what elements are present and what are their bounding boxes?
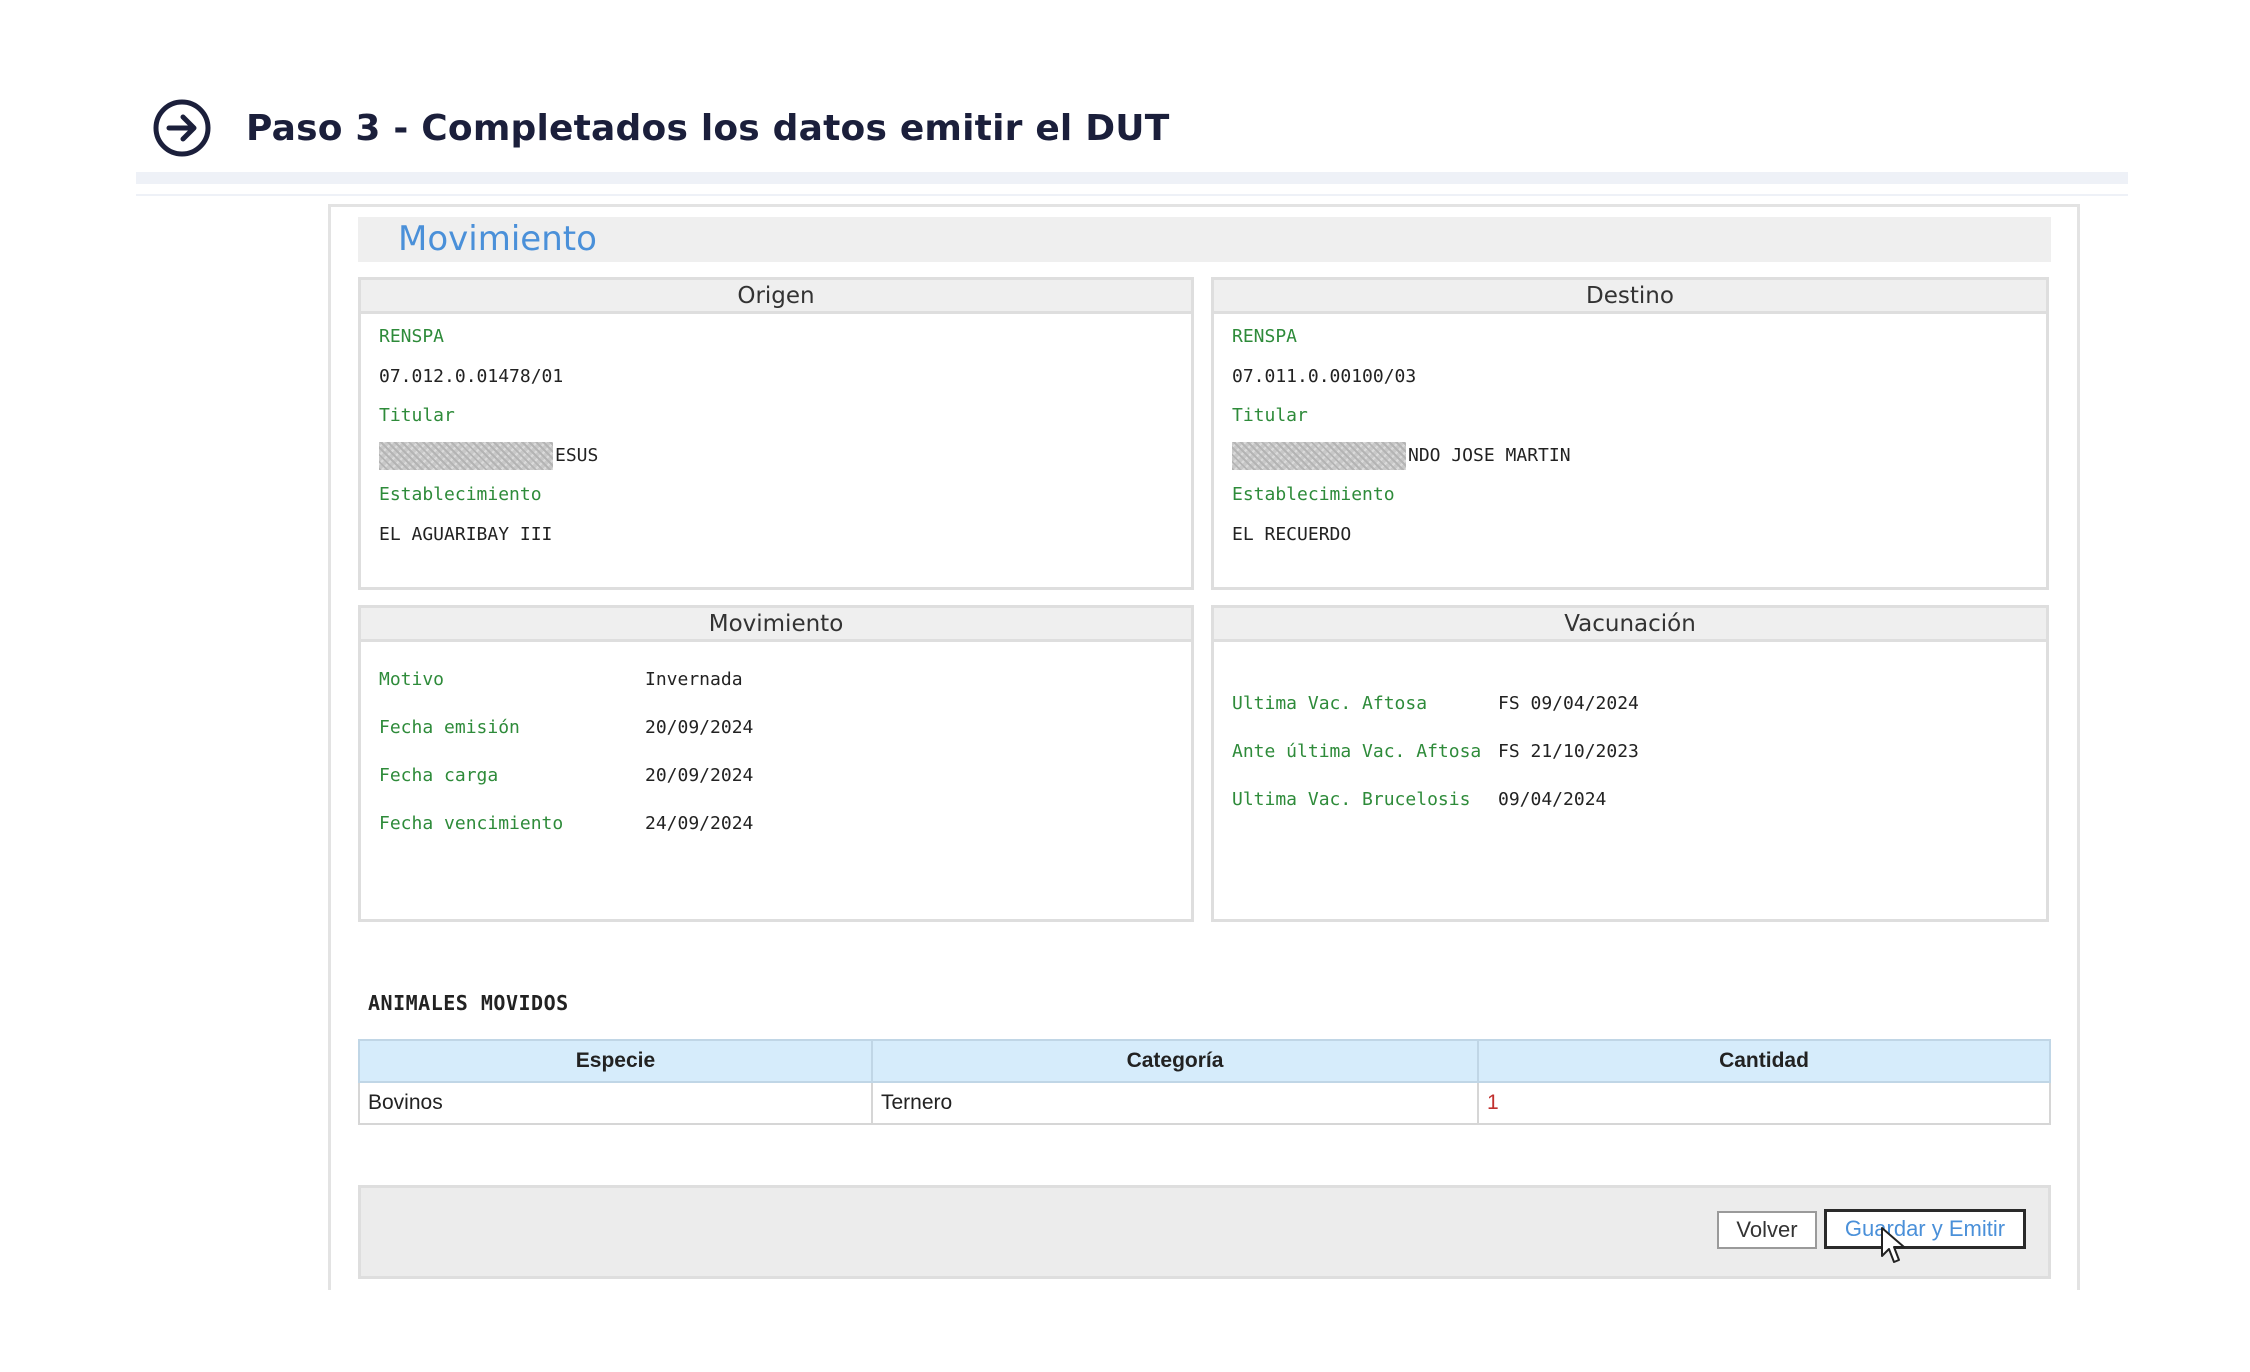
ultima-vac-aftosa-value: FS 09/04/2024 <box>1498 693 1639 714</box>
destino-establecimiento-value: EL RECUERDO <box>1232 524 1352 545</box>
arrow-right-circle-icon <box>153 99 211 157</box>
fecha-vencimiento-label: Fecha vencimiento <box>379 813 564 834</box>
step-header: Paso 3 - Completados los datos emitir el… <box>152 98 1169 158</box>
fecha-carga-value: 20/09/2024 <box>645 765 754 786</box>
origen-establecimiento-label: Establecimiento <box>379 484 542 505</box>
step-title: Paso 3 - Completados los datos emitir el… <box>246 107 1170 149</box>
destino-titular-label: Titular <box>1232 405 1308 426</box>
origen-titular-text: ESUS <box>555 445 599 466</box>
ultima-vac-aftosa-label: Ultima Vac. Aftosa <box>1232 693 1428 714</box>
ante-ultima-vac-aftosa-label: Ante última Vac. Aftosa <box>1232 741 1482 762</box>
col-especie: Especie <box>358 1039 873 1083</box>
col-cantidad: Cantidad <box>1477 1039 2051 1083</box>
movimiento-panel: Movimiento Origen RENSPA 07.012.0.01478/… <box>328 204 2080 1290</box>
guardar-y-emitir-button[interactable]: Guardar y Emitir <box>1824 1209 2026 1249</box>
destino-renspa-label: RENSPA <box>1232 326 1298 347</box>
col-categoria: Categoría <box>871 1039 1479 1083</box>
destino-titular-text: NDO JOSE MARTIN <box>1408 445 1571 466</box>
table-header-row: Especie Categoría Cantidad <box>358 1039 2051 1083</box>
ultima-vac-brucelosis-value: 09/04/2024 <box>1498 789 1607 810</box>
vacunacion-box: Vacunación Ultima Vac. Aftosa FS 09/04/2… <box>1211 605 2049 922</box>
cell-especie: Bovinos <box>358 1081 873 1125</box>
section-title-bar: Movimiento <box>358 217 2051 262</box>
vacunacion-heading: Vacunación <box>1214 608 2046 642</box>
movimiento-box: Movimiento Motivo Invernada Fecha emisió… <box>358 605 1194 922</box>
motivo-label: Motivo <box>379 669 445 690</box>
mouse-cursor-icon <box>1881 1227 1905 1263</box>
fecha-emision-label: Fecha emisión <box>379 717 520 738</box>
destino-box: Destino RENSPA 07.011.0.00100/03 Titular… <box>1211 277 2049 590</box>
origen-heading: Origen <box>361 280 1191 314</box>
origen-box: Origen RENSPA 07.012.0.01478/01 Titular … <box>358 277 1194 590</box>
destino-titular-value: NDO JOSE MARTIN <box>1232 441 2046 481</box>
fecha-emision-value: 20/09/2024 <box>645 717 754 738</box>
ultima-vac-brucelosis-label: Ultima Vac. Brucelosis <box>1232 789 1471 810</box>
origen-titular-value: ESUS <box>379 441 1191 481</box>
origen-establecimiento-value: EL AGUARIBAY III <box>379 524 553 545</box>
destino-heading: Destino <box>1214 280 2046 314</box>
destino-renspa-value: 07.011.0.00100/03 <box>1232 366 1417 387</box>
motivo-value: Invernada <box>645 669 743 690</box>
origen-titular-label: Titular <box>379 405 455 426</box>
action-bar: Volver Guardar y Emitir <box>358 1185 2051 1279</box>
cell-cantidad: 1 <box>1477 1081 2051 1125</box>
fecha-carga-label: Fecha carga <box>379 765 499 786</box>
destino-establecimiento-label: Establecimiento <box>1232 484 1395 505</box>
cell-categoria: Ternero <box>871 1081 1479 1125</box>
origen-renspa-label: RENSPA <box>379 326 445 347</box>
fecha-vencimiento-value: 24/09/2024 <box>645 813 754 834</box>
movimiento-heading: Movimiento <box>361 608 1191 642</box>
step-divider <box>136 172 2128 184</box>
redacted-block <box>1232 442 1406 470</box>
step-divider-line <box>136 194 2128 196</box>
redacted-block <box>379 442 553 470</box>
ante-ultima-vac-aftosa-value: FS 21/10/2023 <box>1498 741 1639 762</box>
animales-title: ANIMALES MOVIDOS <box>368 991 569 1015</box>
origen-renspa-value: 07.012.0.01478/01 <box>379 366 564 387</box>
section-title: Movimiento <box>398 219 597 259</box>
volver-button[interactable]: Volver <box>1717 1211 1817 1249</box>
table-row: Bovinos Ternero 1 <box>358 1081 2051 1125</box>
animales-table: Especie Categoría Cantidad Bovinos Terne… <box>358 1039 2051 1125</box>
